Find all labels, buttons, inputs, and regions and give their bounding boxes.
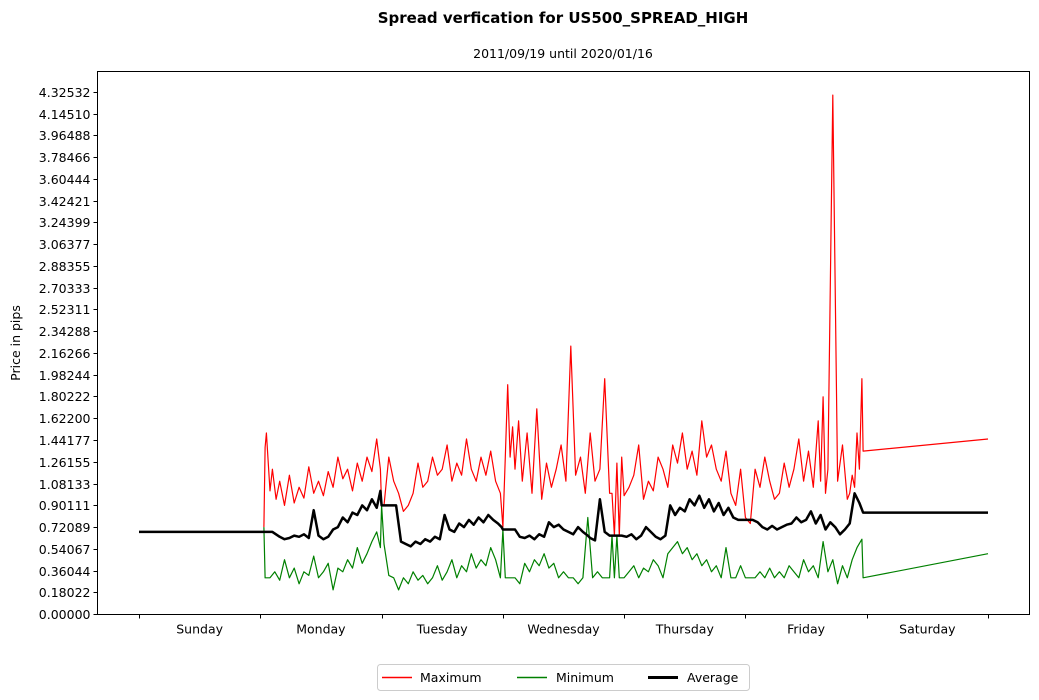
x-tick-label: Wednesday <box>527 622 600 637</box>
x-axis: Sunday Monday Tuesday Wednesday Thursday Frid… <box>139 614 989 637</box>
y-tick-label: 1.62200 <box>39 411 91 426</box>
y-tick-label: 2.52311 <box>39 302 91 317</box>
y-tick-label: 3.42421 <box>39 194 91 209</box>
chart-subtitle: 2011/09/19 until 2020/01/16 <box>473 46 653 61</box>
y-tick-label: 3.96488 <box>39 128 91 143</box>
series-line-average <box>139 489 988 548</box>
y-tick-label: 4.14510 <box>39 107 91 122</box>
y-tick-label: 4.32532 <box>39 85 91 100</box>
y-tick-label: 0.00000 <box>39 607 91 622</box>
y-tick-label: 0.90111 <box>39 498 91 513</box>
y-tick-label: 1.98244 <box>39 368 91 383</box>
y-tick-label: 1.08133 <box>39 477 91 492</box>
x-tick-label: Monday <box>296 622 346 637</box>
legend-label-average: Average <box>687 670 739 685</box>
x-tick-label: Saturday <box>899 622 956 637</box>
y-tick-label: 3.06377 <box>39 237 91 252</box>
y-tick-label: 1.80222 <box>39 389 91 404</box>
y-tick-label: 0.72089 <box>39 520 91 535</box>
y-tick-label: 2.34288 <box>39 324 91 339</box>
y-tick-label: 1.44177 <box>39 433 91 448</box>
y-tick-label: 2.88355 <box>39 259 91 274</box>
y-axis-label: Price in pips <box>8 305 23 381</box>
legend: Maximum Minimum Average <box>377 664 750 691</box>
x-tick-label: Thursday <box>655 622 715 637</box>
legend-label-minimum: Minimum <box>556 670 614 685</box>
series-line-maximum <box>263 94 989 537</box>
x-tick-label: Tuesday <box>416 622 468 637</box>
legend-label-maximum: Maximum <box>420 670 482 685</box>
chart-figure: Spread verfication for US500_SPREAD_HIGH… <box>8 9 1030 691</box>
chart-title: Spread verfication for US500_SPREAD_HIGH <box>378 9 749 27</box>
x-tick-label: Friday <box>787 622 825 637</box>
y-tick-label: 2.16266 <box>39 346 91 361</box>
y-tick-label: 3.24399 <box>39 215 91 230</box>
y-tick-label: 3.60444 <box>39 172 91 187</box>
y-tick-label: 0.36044 <box>39 564 91 579</box>
y-tick-label: 0.54067 <box>39 542 91 557</box>
series-line-minimum <box>263 504 989 591</box>
y-tick-label: 3.78466 <box>39 150 91 165</box>
y-tick-label: 0.18022 <box>39 585 91 600</box>
y-axis: 0.00000 0.18022 0.36044 0.54067 0.72089 0.901… <box>39 85 98 622</box>
y-tick-label: 1.26155 <box>39 455 91 470</box>
x-tick-label: Sunday <box>176 622 223 637</box>
plot-lines <box>139 94 989 591</box>
y-tick-label: 2.70333 <box>39 281 91 296</box>
